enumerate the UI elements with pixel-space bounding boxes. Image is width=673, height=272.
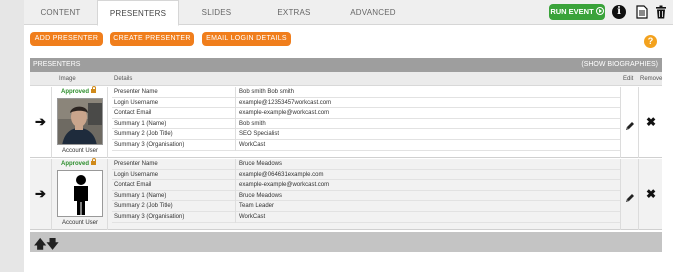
tab-extras[interactable]: EXTRAS — [254, 0, 334, 25]
detail-row: Login Username example@064631example.com — [112, 169, 620, 181]
detail-row: Summary 2 (Job Title) Team Leader — [112, 201, 620, 212]
detail-label: Summary 2 (Job Title) — [112, 201, 236, 212]
detail-value: Team Leader — [239, 203, 275, 210]
help-icon[interactable]: ? — [644, 35, 657, 48]
arrow-right-icon[interactable]: ➔ — [35, 187, 46, 200]
detail-row: Summary 3 (Organisation) WorkCast — [112, 139, 620, 151]
approved-status: Approved — [61, 158, 97, 167]
detail-value: SEO Specialist — [239, 131, 280, 138]
detail-value: Bob smith Bob smith — [239, 89, 295, 95]
detail-value: example@12353457workcast.com — [239, 99, 332, 106]
column-details: Details — [114, 76, 133, 82]
column-headers: Image Details Edit Remove — [30, 72, 662, 86]
panel-header: PRESENTERS (SHOW BIOGRAPHIES) — [30, 58, 662, 72]
detail-label: Contact Email — [112, 180, 236, 191]
detail-label: Login Username — [112, 97, 236, 109]
tab-advanced[interactable]: ADVANCED — [334, 0, 412, 25]
tab-slides[interactable]: SLIDES — [179, 0, 254, 25]
detail-label: Summary 3 (Organisation) — [112, 211, 236, 223]
document-icon[interactable] — [636, 5, 650, 19]
detail-value: Bruce Meadows — [239, 192, 283, 199]
column-image: Image — [59, 76, 76, 82]
detail-label: Summary 2 (Job Title) — [112, 129, 236, 140]
detail-label: Contact Email — [112, 108, 236, 119]
add-presenter-button[interactable]: ADD PRESENTER — [30, 32, 103, 46]
detail-value: example-example@workcast.com — [239, 110, 330, 117]
detail-row: Contact Email example-example@workcast.co… — [112, 108, 620, 119]
presenter-row: ➔ Approved Account User Presenter Name B… — [30, 86, 662, 158]
column-remove: Remove — [640, 76, 663, 82]
unlock-icon — [91, 158, 97, 165]
sort-footer: 🡅🡇 — [30, 232, 662, 252]
detail-row: Contact Email example-example@workcast.co… — [112, 180, 620, 191]
avatar-placeholder[interactable] — [57, 170, 103, 217]
details-table: Presenter Name Bruce Meadows Login Userna… — [112, 159, 620, 223]
detail-label: Summary 1 (Name) — [112, 118, 236, 130]
pencil-icon[interactable] — [625, 118, 635, 136]
detail-row: Login Username example@12353457workcast.c… — [112, 97, 620, 109]
account-type: Account User — [61, 220, 98, 226]
play-icon — [595, 7, 604, 15]
detail-value: example@064631example.com — [239, 171, 324, 178]
edit-cell — [620, 87, 638, 158]
detail-row: Summary 3 (Organisation) WorkCast — [112, 211, 620, 223]
remove-cell: ✖ — [638, 87, 662, 158]
edit-cell — [620, 159, 638, 230]
detail-label: Presenter Name — [112, 87, 236, 98]
detail-row: Summary 1 (Name) Bob smith — [112, 118, 620, 130]
status-text: Approved — [61, 89, 90, 95]
column-edit: Edit — [623, 76, 634, 82]
run-event-button[interactable]: RUN EVENT — [549, 4, 605, 20]
tab-presenters[interactable]: PRESENTERS — [97, 0, 179, 26]
detail-value: WorkCast — [239, 213, 266, 220]
show-biographies-link[interactable]: (SHOW BIOGRAPHIES) — [581, 58, 658, 72]
presenter-editor: CONTENT PRESENTERS SLIDES EXTRAS ADVANCE… — [24, 0, 673, 272]
detail-label: Summary 1 (Name) — [112, 190, 236, 202]
approved-status: Approved — [61, 86, 97, 95]
detail-row: Presenter Name Bruce Meadows — [112, 159, 620, 170]
panel-title: PRESENTERS — [33, 61, 81, 68]
remove-icon[interactable]: ✖ — [646, 115, 656, 129]
detail-value: Bruce Meadows — [239, 161, 283, 167]
detail-label: Login Username — [112, 169, 236, 181]
account-type: Account User — [61, 148, 98, 154]
status-text: Approved — [61, 161, 90, 167]
row-arrow-cell: ➔ — [30, 159, 52, 230]
create-presenter-button[interactable]: CREATE PRESENTER — [110, 32, 194, 46]
presenter-photo[interactable] — [57, 98, 103, 145]
arrow-right-icon[interactable]: ➔ — [35, 115, 46, 128]
remove-icon[interactable]: ✖ — [646, 187, 656, 201]
detail-row: Presenter Name Bob smith Bob smith — [112, 87, 620, 98]
run-event-label: RUN EVENT — [550, 7, 594, 16]
presenters-panel: PRESENTERS (SHOW BIOGRAPHIES) Image Deta… — [30, 58, 662, 254]
email-login-details-button[interactable]: EMAIL LOGIN DETAILS — [202, 32, 291, 46]
pencil-icon[interactable] — [625, 190, 635, 208]
trash-icon[interactable] — [655, 5, 669, 19]
detail-row: Summary 2 (Job Title) SEO Specialist — [112, 129, 620, 140]
detail-value: Bob smith — [239, 120, 266, 127]
sort-up-down-icon[interactable]: 🡅🡇 — [34, 235, 59, 256]
detail-value: WorkCast — [239, 141, 266, 148]
remove-cell: ✖ — [638, 159, 662, 230]
detail-label: Presenter Name — [112, 159, 236, 170]
image-cell: Approved Account User — [52, 86, 108, 158]
presenter-row: ➔ Approved Account User Presenter Name Br… — [30, 158, 662, 230]
detail-value: example-example@workcast.com — [239, 182, 330, 189]
unlock-icon — [91, 86, 97, 93]
tab-bar: CONTENT PRESENTERS SLIDES EXTRAS ADVANCE… — [24, 0, 673, 26]
image-cell: Approved Account User — [52, 158, 108, 230]
row-arrow-cell: ➔ — [30, 87, 52, 158]
detail-label: Summary 3 (Organisation) — [112, 139, 236, 151]
details-table: Presenter Name Bob smith Bob smith Login … — [112, 87, 620, 151]
detail-row: Summary 1 (Name) Bruce Meadows — [112, 190, 620, 202]
tab-content[interactable]: CONTENT — [24, 0, 97, 25]
info-icon[interactable]: i — [612, 5, 626, 19]
